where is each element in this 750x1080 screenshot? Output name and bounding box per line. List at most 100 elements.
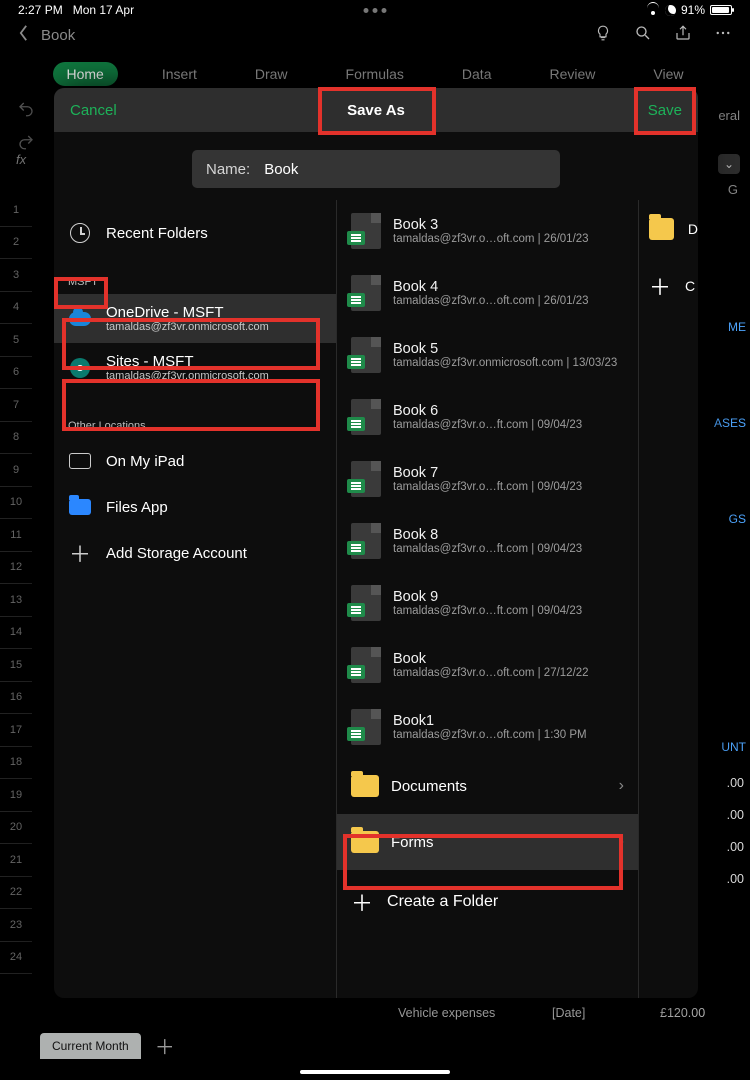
home-indicator[interactable] xyxy=(300,1070,450,1074)
ribbon-tabs: Home Insert Draw Formulas Data Review Vi… xyxy=(0,58,750,90)
more-icon[interactable] xyxy=(714,24,732,46)
row-header[interactable]: 2 xyxy=(0,227,32,260)
tab-review[interactable]: Review xyxy=(535,62,609,86)
tab-view[interactable]: View xyxy=(639,62,697,86)
row-header[interactable]: 15 xyxy=(0,649,32,682)
tab-home[interactable]: Home xyxy=(53,62,118,86)
file-meta: tamaldas@zf3vr.o…ft.com | 09/04/23 xyxy=(393,543,582,555)
tab-data[interactable]: Data xyxy=(448,62,506,86)
save-button[interactable]: Save xyxy=(648,102,682,119)
file-row[interactable]: Book 6tamaldas@zf3vr.o…ft.com | 09/04/23 xyxy=(337,386,638,448)
file-meta: tamaldas@zf3vr.onmicrosoft.com | 13/03/2… xyxy=(393,357,617,369)
document-title[interactable]: Book xyxy=(41,27,75,44)
other-locations-label: Other Locations xyxy=(54,392,336,438)
add-sheet-button[interactable]: ＋ xyxy=(155,1031,175,1060)
filename-input[interactable]: Name: Book xyxy=(192,150,560,188)
cancel-button[interactable]: Cancel xyxy=(70,102,117,119)
row-header[interactable]: 8 xyxy=(0,422,32,455)
row-header[interactable]: 1 xyxy=(0,194,32,227)
folder-icon xyxy=(649,218,674,240)
row-header[interactable]: 18 xyxy=(0,747,32,780)
add-storage-item[interactable]: ＋ Add Storage Account xyxy=(54,530,336,576)
tab-insert[interactable]: Insert xyxy=(148,62,211,86)
sheet-tab[interactable]: Current Month xyxy=(40,1033,141,1059)
row-header[interactable]: 13 xyxy=(0,584,32,617)
filename-value: Book xyxy=(264,161,298,178)
file-name: Book xyxy=(393,651,589,667)
dialog-header: Cancel Save As Save xyxy=(54,88,698,132)
cell-fragment: ASES xyxy=(714,416,746,430)
row-header[interactable]: 10 xyxy=(0,487,32,520)
row-header[interactable]: 20 xyxy=(0,812,32,845)
create-folder-label: Create a Folder xyxy=(387,893,498,911)
file-row[interactable]: Book1tamaldas@zf3vr.o…oft.com | 1:30 PM xyxy=(337,696,638,758)
file-name: Book 3 xyxy=(393,217,589,233)
excel-file-icon xyxy=(351,647,381,683)
sharepoint-icon: s xyxy=(68,356,92,380)
files-app-item[interactable]: Files App xyxy=(54,484,336,530)
row-header[interactable]: 12 xyxy=(0,552,32,585)
row-header[interactable]: 6 xyxy=(0,357,32,390)
onedrive-title: OneDrive - MSFT xyxy=(106,304,269,321)
excel-file-icon xyxy=(351,709,381,745)
folder-row-documents[interactable]: Documents › xyxy=(337,758,638,814)
file-row[interactable]: Book 5tamaldas@zf3vr.onmicrosoft.com | 1… xyxy=(337,324,638,386)
cell-fragment: GS xyxy=(729,512,746,526)
breadcrumb-new[interactable]: ＋ C xyxy=(639,270,698,302)
row-header[interactable]: 3 xyxy=(0,259,32,292)
file-meta: tamaldas@zf3vr.o…ft.com | 09/04/23 xyxy=(393,605,582,617)
file-row[interactable]: Booktamaldas@zf3vr.o…oft.com | 27/12/22 xyxy=(337,634,638,696)
file-row[interactable]: Book 8tamaldas@zf3vr.o…ft.com | 09/04/23 xyxy=(337,510,638,572)
file-row[interactable]: Book 7tamaldas@zf3vr.o…ft.com | 09/04/23 xyxy=(337,448,638,510)
locations-sidebar: Recent Folders MSFT OneDrive - MSFT tama… xyxy=(54,200,336,998)
file-row[interactable]: Book 3tamaldas@zf3vr.o…oft.com | 26/01/2… xyxy=(337,200,638,262)
breadcrumb-folder[interactable]: D xyxy=(639,218,698,240)
file-meta: tamaldas@zf3vr.o…ft.com | 09/04/23 xyxy=(393,419,582,431)
row-header[interactable]: 21 xyxy=(0,844,32,877)
row-header[interactable]: 5 xyxy=(0,324,32,357)
row-header[interactable]: 7 xyxy=(0,389,32,422)
cell-value: .00 xyxy=(727,872,744,886)
onedrive-location[interactable]: OneDrive - MSFT tamaldas@zf3vr.onmicroso… xyxy=(54,294,336,343)
sites-location[interactable]: s Sites - MSFT tamaldas@zf3vr.onmicrosof… xyxy=(54,343,336,392)
tab-formulas[interactable]: Formulas xyxy=(332,62,418,86)
undo-icon[interactable] xyxy=(16,100,36,123)
file-meta: tamaldas@zf3vr.o…oft.com | 1:30 PM xyxy=(393,729,587,741)
lightbulb-icon[interactable] xyxy=(594,24,612,46)
row-header[interactable]: 9 xyxy=(0,454,32,487)
chevron-right-icon: › xyxy=(619,777,624,795)
row-header[interactable]: 16 xyxy=(0,682,32,715)
file-meta: tamaldas@zf3vr.o…oft.com | 26/01/23 xyxy=(393,233,589,245)
ipad-icon xyxy=(68,449,92,473)
back-chevron-icon[interactable] xyxy=(18,24,29,46)
status-time: 2:27 PM xyxy=(18,3,63,17)
recent-folders-item[interactable]: Recent Folders xyxy=(54,210,336,256)
cell-value: .00 xyxy=(727,776,744,790)
search-icon[interactable] xyxy=(634,24,652,46)
row-header[interactable]: 4 xyxy=(0,292,32,325)
breadcrumb-label: C xyxy=(685,278,695,294)
file-row[interactable]: Book 9tamaldas@zf3vr.o…ft.com | 09/04/23 xyxy=(337,572,638,634)
row-header[interactable]: 22 xyxy=(0,877,32,910)
folder-row-forms[interactable]: Forms › xyxy=(337,814,638,870)
save-as-dialog: Cancel Save As Save Name: Book Recent Fo… xyxy=(54,88,698,998)
on-my-ipad-item[interactable]: On My iPad xyxy=(54,438,336,484)
tab-draw[interactable]: Draw xyxy=(241,62,302,86)
share-icon[interactable] xyxy=(674,24,692,46)
row-header[interactable]: 17 xyxy=(0,714,32,747)
undo-redo-group xyxy=(16,100,36,156)
column-header-g: G xyxy=(728,182,738,197)
row-header[interactable]: 23 xyxy=(0,909,32,942)
file-row[interactable]: Book 4tamaldas@zf3vr.o…oft.com | 26/01/2… xyxy=(337,262,638,324)
row-header[interactable]: 11 xyxy=(0,519,32,552)
multitask-dots-icon[interactable] xyxy=(364,8,387,13)
row-header[interactable]: 19 xyxy=(0,779,32,812)
file-name: Book 8 xyxy=(393,527,582,543)
files-app-icon xyxy=(68,495,92,519)
row-header[interactable]: 14 xyxy=(0,617,32,650)
cell-value: £120.00 xyxy=(660,1006,705,1020)
row-header[interactable]: 24 xyxy=(0,942,32,975)
format-dropdown-icon[interactable]: ⌄ xyxy=(718,154,740,174)
create-folder-button[interactable]: ＋ Create a Folder xyxy=(337,870,638,934)
file-meta: tamaldas@zf3vr.o…oft.com | 26/01/23 xyxy=(393,295,589,307)
